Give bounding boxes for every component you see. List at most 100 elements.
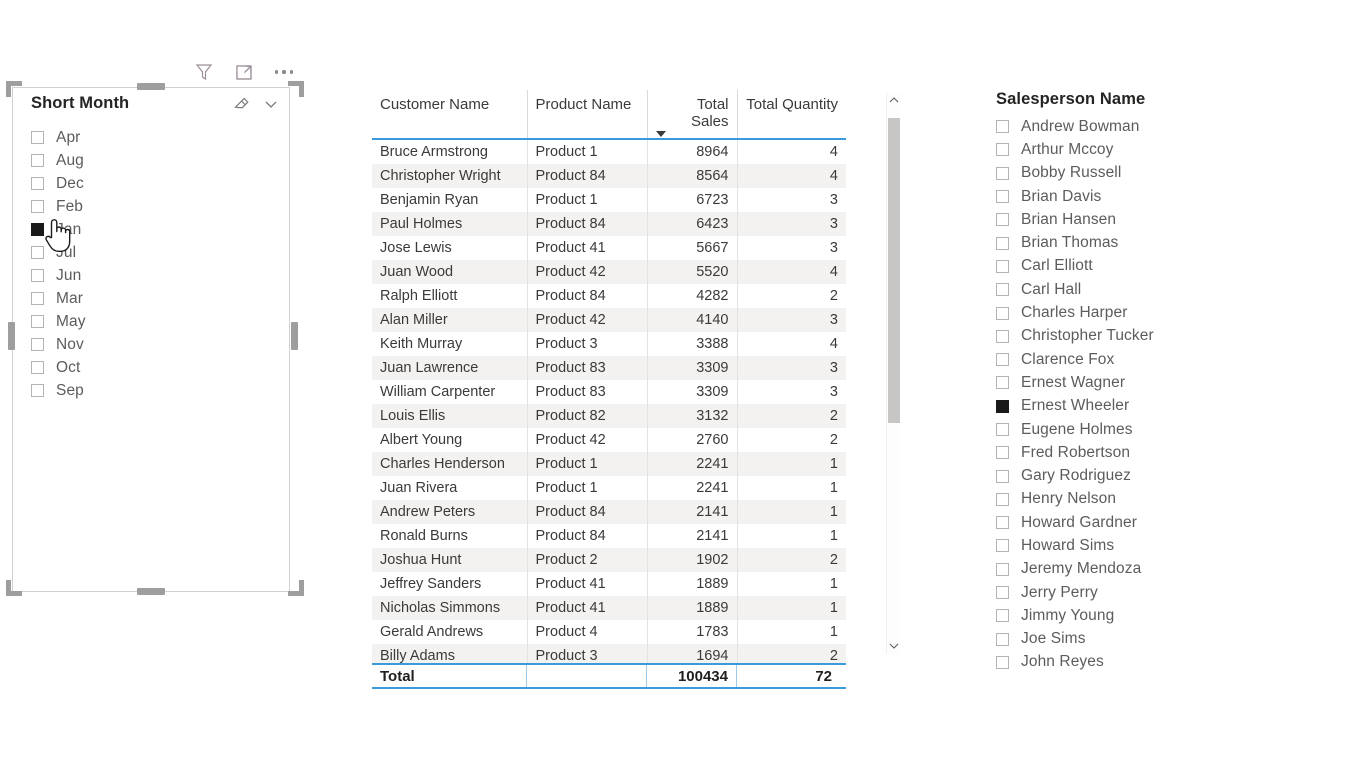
salesperson-item[interactable]: Joe Sims <box>996 628 1296 651</box>
checkbox-unchecked[interactable] <box>996 283 1009 297</box>
salesperson-item[interactable]: Gary Rodriguez <box>996 464 1296 487</box>
checkbox-unchecked[interactable] <box>31 361 44 374</box>
resize-handle-top-center[interactable] <box>137 83 165 90</box>
table-row[interactable]: Paul Holmes Product 84 6423 3 <box>372 212 846 236</box>
salesperson-slicer[interactable]: Salesperson Name Andrew Bowman Arthur Mcc… <box>996 90 1296 674</box>
checkbox-unchecked[interactable] <box>996 329 1009 343</box>
scrollbar-thumb[interactable] <box>888 118 900 423</box>
checkbox-unchecked[interactable] <box>996 213 1009 227</box>
salesperson-item[interactable]: Christopher Tucker <box>996 325 1296 348</box>
salesperson-item[interactable]: Howard Gardner <box>996 511 1296 534</box>
slicer-item[interactable]: Dec <box>31 172 289 195</box>
table-row[interactable]: Nicholas Simmons Product 41 1889 1 <box>372 596 846 620</box>
table-row[interactable]: Joshua Hunt Product 2 1902 2 <box>372 548 846 572</box>
salesperson-item[interactable]: Jerry Perry <box>996 581 1296 604</box>
chevron-down-icon[interactable] <box>261 94 281 114</box>
column-header-total-sales[interactable]: Total Sales <box>647 90 738 140</box>
scroll-down-chevron-icon[interactable] <box>887 638 901 654</box>
checkbox-unchecked[interactable] <box>996 492 1009 506</box>
checkbox-unchecked[interactable] <box>996 143 1009 157</box>
checkbox-unchecked[interactable] <box>996 609 1009 623</box>
checkbox-unchecked[interactable] <box>31 177 44 190</box>
slicer-item[interactable]: Mar <box>31 287 289 310</box>
table-row[interactable]: Bruce Armstrong Product 1 8964 4 <box>372 140 846 164</box>
slicer-item[interactable]: Jul <box>31 241 289 264</box>
checkbox-unchecked[interactable] <box>996 120 1009 134</box>
salesperson-item[interactable]: Clarence Fox <box>996 348 1296 371</box>
column-header-total-quantity[interactable]: Total Quantity <box>737 90 846 140</box>
salesperson-item[interactable]: John Reyes <box>996 651 1296 674</box>
slicer-item[interactable]: Jun <box>31 264 289 287</box>
checkbox-unchecked[interactable] <box>996 632 1009 646</box>
slicer-item[interactable]: Oct <box>31 356 289 379</box>
checkbox-unchecked[interactable] <box>31 315 44 328</box>
table-row[interactable]: Jeffrey Sanders Product 41 1889 1 <box>372 572 846 596</box>
checkbox-unchecked[interactable] <box>996 446 1009 460</box>
resize-handle-middle-left[interactable] <box>8 322 15 350</box>
checkbox-unchecked[interactable] <box>996 655 1009 669</box>
salesperson-item[interactable]: Jimmy Young <box>996 604 1296 627</box>
filter-icon[interactable] <box>192 60 216 84</box>
focus-mode-icon[interactable] <box>232 60 256 84</box>
slicer-item[interactable]: Apr <box>31 126 289 149</box>
table-row[interactable]: Charles Henderson Product 1 2241 1 <box>372 452 846 476</box>
salesperson-item[interactable]: Ernest Wheeler <box>996 395 1296 418</box>
table-row[interactable]: Gerald Andrews Product 4 1783 1 <box>372 620 846 644</box>
table-row[interactable]: Juan Lawrence Product 83 3309 3 <box>372 356 846 380</box>
table-row[interactable]: William Carpenter Product 83 3309 3 <box>372 380 846 404</box>
salesperson-item[interactable]: Bobby Russell <box>996 162 1296 185</box>
salesperson-item[interactable]: Henry Nelson <box>996 488 1296 511</box>
checkbox-unchecked[interactable] <box>996 539 1009 553</box>
column-header-product-name[interactable]: Product Name <box>527 90 648 140</box>
slicer-item[interactable]: Aug <box>31 149 289 172</box>
checkbox-checked[interactable] <box>31 223 44 236</box>
salesperson-item[interactable]: Jeremy Mendoza <box>996 558 1296 581</box>
checkbox-unchecked[interactable] <box>996 190 1009 204</box>
table-row[interactable]: Juan Wood Product 42 5520 4 <box>372 260 846 284</box>
checkbox-unchecked[interactable] <box>31 269 44 282</box>
table-row[interactable]: Andrew Peters Product 84 2141 1 <box>372 500 846 524</box>
slicer-item[interactable]: Jan <box>31 218 289 241</box>
resize-handle-bottom-right[interactable] <box>288 580 304 596</box>
checkbox-unchecked[interactable] <box>996 259 1009 273</box>
salesperson-item[interactable]: Carl Elliott <box>996 255 1296 278</box>
slicer-item[interactable]: Feb <box>31 195 289 218</box>
table-row[interactable]: Albert Young Product 42 2760 2 <box>372 428 846 452</box>
salesperson-item[interactable]: Andrew Bowman <box>996 115 1296 138</box>
table-vertical-scrollbar[interactable] <box>886 92 901 654</box>
checkbox-unchecked[interactable] <box>996 236 1009 250</box>
checkbox-unchecked[interactable] <box>31 292 44 305</box>
table-row[interactable]: Billy Adams Product 3 1694 2 <box>372 644 846 663</box>
salesperson-item[interactable]: Fred Robertson <box>996 441 1296 464</box>
table-row[interactable]: Alan Miller Product 42 4140 3 <box>372 308 846 332</box>
checkbox-unchecked[interactable] <box>31 246 44 259</box>
table-row[interactable]: Louis Ellis Product 82 3132 2 <box>372 404 846 428</box>
checkbox-unchecked[interactable] <box>31 131 44 144</box>
scroll-up-chevron-icon[interactable] <box>887 92 901 108</box>
salesperson-item[interactable]: Ernest Wagner <box>996 371 1296 394</box>
slicer-item[interactable]: Sep <box>31 379 289 402</box>
resize-handle-middle-right[interactable] <box>291 322 298 350</box>
salesperson-item[interactable]: Eugene Holmes <box>996 418 1296 441</box>
checkbox-unchecked[interactable] <box>31 338 44 351</box>
checkbox-unchecked[interactable] <box>996 516 1009 530</box>
table-row[interactable]: Benjamin Ryan Product 1 6723 3 <box>372 188 846 212</box>
salesperson-item[interactable]: Brian Thomas <box>996 231 1296 254</box>
slicer-item[interactable]: May <box>31 310 289 333</box>
salesperson-item[interactable]: Arthur Mccoy <box>996 138 1296 161</box>
checkbox-unchecked[interactable] <box>31 154 44 167</box>
eraser-icon[interactable] <box>231 94 251 114</box>
table-row[interactable]: Christopher Wright Product 84 8564 4 <box>372 164 846 188</box>
checkbox-unchecked[interactable] <box>996 562 1009 576</box>
salesperson-item[interactable]: Brian Hansen <box>996 208 1296 231</box>
table-row[interactable]: Juan Rivera Product 1 2241 1 <box>372 476 846 500</box>
resize-handle-bottom-left[interactable] <box>6 580 22 596</box>
salesperson-item[interactable]: Brian Davis <box>996 185 1296 208</box>
short-month-slicer[interactable]: Short Month Apr Aug Dec Feb Jan Jul Jun Mar May N… <box>12 87 290 592</box>
checkbox-checked[interactable] <box>996 399 1009 413</box>
table-row[interactable]: Ronald Burns Product 84 2141 1 <box>372 524 846 548</box>
salesperson-item[interactable]: Howard Sims <box>996 534 1296 557</box>
table-row[interactable]: Keith Murray Product 3 3388 4 <box>372 332 846 356</box>
resize-handle-top-left[interactable] <box>6 81 22 97</box>
checkbox-unchecked[interactable] <box>996 353 1009 367</box>
